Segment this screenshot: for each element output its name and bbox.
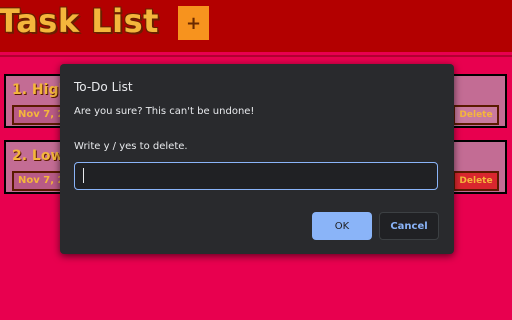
header-divider: [0, 55, 512, 57]
plus-icon: +: [185, 12, 202, 34]
add-task-button[interactable]: +: [178, 6, 209, 40]
delete-task-button[interactable]: Delete: [453, 105, 499, 125]
dialog-message: Are you sure? This can't be undone!: [74, 106, 255, 117]
dialog-prompt: Write y / yes to delete.: [74, 141, 188, 152]
delete-task-button[interactable]: Delete: [453, 171, 499, 191]
text-caret: [83, 168, 84, 183]
page-title: Task List: [0, 2, 159, 40]
dialog-title: To-Do List: [74, 80, 133, 94]
app-header: Task List +: [0, 0, 512, 52]
task-title: 2. Low: [12, 148, 64, 164]
ok-button[interactable]: OK: [312, 212, 372, 240]
confirm-input[interactable]: [74, 162, 438, 190]
confirm-dialog: To-Do List Are you sure? This can't be u…: [60, 64, 454, 254]
cancel-button[interactable]: Cancel: [379, 212, 439, 240]
